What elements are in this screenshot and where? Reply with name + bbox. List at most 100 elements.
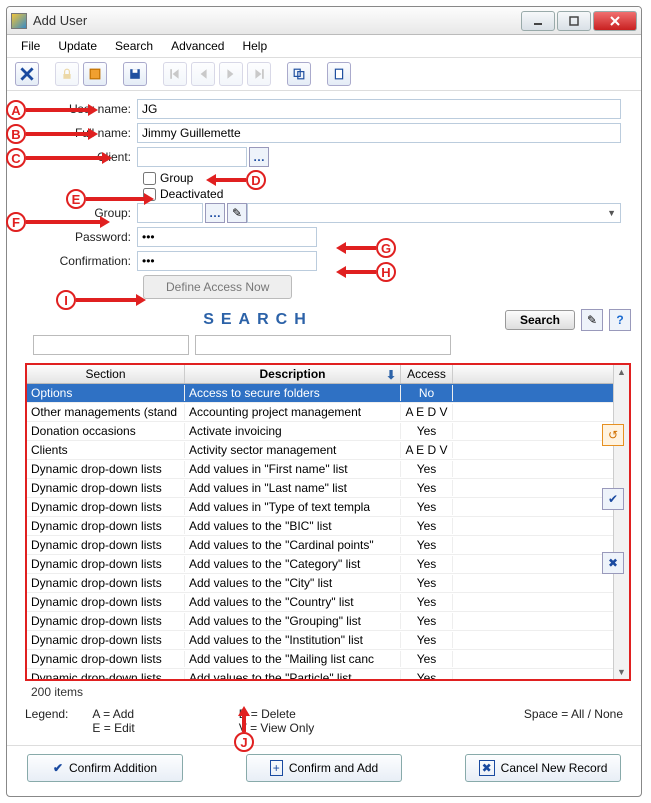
form: User name: Full name: Client: … Group De… [7,91,641,305]
group-field[interactable] [137,203,203,223]
cell-section: Dynamic drop-down lists [27,461,185,477]
check-icon: ✔ [53,761,63,775]
app-icon [11,13,27,29]
table-row[interactable]: Dynamic drop-down listsAdd values to the… [27,555,613,574]
refresh-icon: ↺ [608,428,618,442]
side-tools-button[interactable]: ✖ [602,552,624,574]
search-edit-button[interactable]: ✎ [581,309,603,331]
deactivated-checkbox[interactable] [143,188,156,201]
search-help-button[interactable]: ? [609,309,631,331]
close-x-icon[interactable] [15,62,39,86]
col-access[interactable]: Access [401,365,453,383]
table-row[interactable]: Dynamic drop-down listsAdd values in "Fi… [27,460,613,479]
cell-section: Other managements (stand [27,404,185,420]
group-combo[interactable]: ▼ [247,203,621,223]
menu-file[interactable]: File [13,37,48,55]
table-body[interactable]: OptionsAccess to secure foldersNoOther m… [27,384,613,679]
legend-d: D = Delete [239,707,314,721]
cell-section: Dynamic drop-down lists [27,670,185,679]
prev-icon[interactable] [191,62,215,86]
legend-space: Space = All / None [524,707,623,721]
table-row[interactable]: ClientsActivity sector managementA E D V [27,441,613,460]
menu-update[interactable]: Update [50,37,105,55]
first-icon[interactable] [163,62,187,86]
group-browse-button[interactable]: … [205,203,225,223]
table-row[interactable]: Dynamic drop-down listsAdd values to the… [27,631,613,650]
cell-description: Add values in "Type of text templa [185,499,401,515]
side-check-button[interactable]: ✔ [602,488,624,510]
toolbar [7,58,641,91]
cell-access: Yes [401,537,453,553]
cell-access: Yes [401,670,453,679]
scroll-up-icon: ▲ [617,365,626,379]
search-button[interactable]: Search [505,310,575,330]
menu-search[interactable]: Search [107,37,161,55]
search-description-input[interactable] [195,335,451,355]
confirm-and-add-button[interactable]: +Confirm and Add [246,754,402,782]
window-title: Add User [33,13,519,28]
maximize-button[interactable] [557,11,591,31]
table-row[interactable]: Dynamic drop-down listsAdd values to the… [27,517,613,536]
col-section[interactable]: Section [27,365,185,383]
client-field[interactable] [137,147,247,167]
lock-icon[interactable] [55,62,79,86]
legend-v: V = View Only [239,721,314,735]
col-description[interactable]: Description⬇ [185,365,401,383]
last-icon[interactable] [247,62,271,86]
table-row[interactable]: Dynamic drop-down listsAdd values to the… [27,650,613,669]
username-field[interactable] [137,99,621,119]
legend-e: E = Edit [92,721,134,735]
table-row[interactable]: OptionsAccess to secure foldersNo [27,384,613,403]
menubar: File Update Search Advanced Help [7,35,641,58]
document-icon[interactable] [327,62,351,86]
confirmation-field[interactable] [137,251,317,271]
legend-a: A = Add [92,707,134,721]
cancel-new-record-button[interactable]: ✖Cancel New Record [465,754,621,782]
table-row[interactable]: Other managements (standAccounting proje… [27,403,613,422]
minimize-button[interactable] [521,11,555,31]
table-row[interactable]: Dynamic drop-down listsAdd values to the… [27,593,613,612]
group-edit-button[interactable]: ✎ [227,203,247,223]
search-section-input[interactable] [33,335,189,355]
table-row[interactable]: Dynamic drop-down listsAdd values to the… [27,669,613,679]
cell-description: Add values to the "Mailing list canc [185,651,401,667]
plus-icon: + [270,760,283,776]
cell-description: Add values to the "BIC" list [185,518,401,534]
cell-section: Clients [27,442,185,458]
confirm-addition-button[interactable]: ✔Confirm Addition [27,754,183,782]
table-count: 200 items [25,683,641,701]
table-header: Section Description⬇ Access [27,365,613,384]
table-row[interactable]: Dynamic drop-down listsAdd values to the… [27,574,613,593]
cell-description: Add values to the "Country" list [185,594,401,610]
check-icon: ✔ [608,492,618,506]
confirmation-label: Confirmation: [27,254,137,268]
disk-icon[interactable] [123,62,147,86]
password-field[interactable] [137,227,317,247]
ellipsis-icon: … [209,206,221,220]
client-label: Client: [27,150,137,164]
group-checkbox[interactable] [143,172,156,185]
next-icon[interactable] [219,62,243,86]
table-row[interactable]: Dynamic drop-down listsAdd values to the… [27,612,613,631]
menu-advanced[interactable]: Advanced [163,37,232,55]
define-access-button[interactable]: Define Access Now [143,275,292,299]
client-browse-button[interactable]: … [249,147,269,167]
cell-access: No [401,385,453,401]
scroll-down-icon: ▼ [617,665,626,679]
table-row[interactable]: Dynamic drop-down listsAdd values in "La… [27,479,613,498]
legend-label: Legend: [25,707,68,721]
cell-section: Dynamic drop-down lists [27,518,185,534]
pencil-icon: ✎ [587,313,597,327]
fullname-field[interactable] [137,123,621,143]
side-orange-button[interactable]: ↺ [602,424,624,446]
search-bar: SEARCH Search ✎ ? [7,305,641,335]
table-row[interactable]: Donation occasionsActivate invoicingYes [27,422,613,441]
side-tools: ↺ ✔ ✖ [602,424,624,574]
menu-help[interactable]: Help [234,37,275,55]
close-button[interactable] [593,11,637,31]
table-row[interactable]: Dynamic drop-down listsAdd values in "Ty… [27,498,613,517]
copy-icon[interactable] [287,62,311,86]
table-row[interactable]: Dynamic drop-down listsAdd values to the… [27,536,613,555]
footer-buttons: ✔Confirm Addition +Confirm and Add ✖Canc… [7,745,641,796]
save-open-icon[interactable] [83,62,107,86]
